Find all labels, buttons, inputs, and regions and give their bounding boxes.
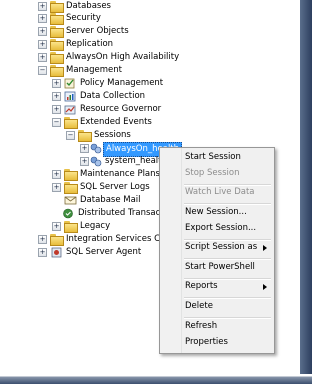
data-collection-icon xyxy=(64,91,77,102)
tree-node-label: Database Mail xyxy=(80,195,141,205)
expand-icon[interactable]: + xyxy=(52,170,61,179)
tree-node-label: Policy Management xyxy=(80,78,164,88)
tree-node-label: Sessions xyxy=(94,130,131,140)
policy-icon xyxy=(64,78,77,89)
session-icon xyxy=(90,156,103,167)
folder-icon xyxy=(50,13,64,25)
expand-icon[interactable]: + xyxy=(80,157,89,166)
tree-node-label: AlwaysOn High Availability xyxy=(66,52,180,62)
script-session-as-menu-item[interactable]: Script Session as xyxy=(182,239,272,256)
expand-icon[interactable]: + xyxy=(52,183,61,192)
folder-icon xyxy=(78,130,92,142)
resource-governor-icon xyxy=(64,104,77,115)
folder-icon xyxy=(50,1,64,13)
tree-node-label: Distributed Transactio xyxy=(78,208,172,218)
expand-icon[interactable]: + xyxy=(52,105,61,114)
window-frame-bottom xyxy=(0,374,312,384)
collapse-icon[interactable]: − xyxy=(52,118,61,127)
window-frame-right xyxy=(300,0,312,384)
start-session-menu-item[interactable]: Start Session xyxy=(182,149,272,166)
folder-icon xyxy=(64,182,78,194)
folder-icon xyxy=(64,169,78,181)
export-session-menu-item[interactable]: Export Session... xyxy=(182,220,272,237)
tree-node-label: Server Objects xyxy=(66,26,129,36)
tree-node-label: Resource Governor xyxy=(80,104,162,114)
tree-node-label: Maintenance Plans xyxy=(80,169,160,179)
tree-node-label: Replication xyxy=(66,39,114,49)
folder-icon xyxy=(50,65,64,77)
folder-icon xyxy=(64,221,78,233)
new-session-menu-item[interactable]: New Session... xyxy=(182,204,272,221)
expand-icon[interactable]: + xyxy=(52,92,61,101)
expand-icon[interactable]: + xyxy=(52,222,61,231)
menu-item-label: Script Session as xyxy=(185,242,258,252)
mail-icon xyxy=(64,195,77,206)
folder-icon xyxy=(50,234,64,246)
delete-menu-item[interactable]: Delete xyxy=(182,298,272,315)
expand-icon[interactable]: + xyxy=(38,14,47,23)
tree-node-label: SQL Server Logs xyxy=(80,182,150,192)
tree-node-label: Legacy xyxy=(80,221,111,231)
expand-icon[interactable]: + xyxy=(38,40,47,49)
expand-icon[interactable]: + xyxy=(38,27,47,36)
submenu-arrow-icon xyxy=(263,245,267,251)
session-icon xyxy=(90,143,103,154)
watch-live-data-menu-item: Watch Live Data xyxy=(185,187,255,197)
context-menu-gutter xyxy=(160,148,182,353)
tree-node-label: Management xyxy=(66,65,122,75)
reports-menu-item[interactable]: Reports xyxy=(182,278,272,295)
folder-icon xyxy=(50,52,64,64)
folder-icon xyxy=(50,26,64,38)
expand-icon[interactable]: + xyxy=(38,235,47,244)
sql-agent-icon xyxy=(50,247,63,258)
expand-icon[interactable]: + xyxy=(80,144,89,153)
menu-item-label: Reports xyxy=(185,281,218,291)
tree-node-label: Data Collection xyxy=(80,91,146,101)
expand-icon[interactable]: + xyxy=(38,248,47,257)
tree-node-label: Security xyxy=(66,13,101,23)
tree-node-label: SQL Server Agent xyxy=(66,247,142,257)
start-powershell-menu-item[interactable]: Start PowerShell xyxy=(182,259,272,276)
context-menu: Start Session Stop Session Watch Live Da… xyxy=(159,147,275,354)
tree-node-label: Extended Events xyxy=(80,117,152,127)
submenu-arrow-icon xyxy=(263,284,267,290)
expand-icon[interactable]: + xyxy=(38,2,47,11)
collapse-icon[interactable]: − xyxy=(38,66,47,75)
stop-session-menu-item: Stop Session xyxy=(185,168,240,178)
properties-menu-item[interactable]: Properties xyxy=(182,334,272,351)
collapse-icon[interactable]: − xyxy=(66,131,75,140)
folder-icon xyxy=(50,39,64,51)
expand-icon[interactable]: + xyxy=(52,79,61,88)
expand-icon[interactable]: + xyxy=(38,53,47,62)
tree-node-label: system_health xyxy=(105,156,167,166)
folder-icon xyxy=(64,117,78,129)
refresh-menu-item[interactable]: Refresh xyxy=(182,318,272,335)
distributed-transaction-icon xyxy=(62,208,75,219)
